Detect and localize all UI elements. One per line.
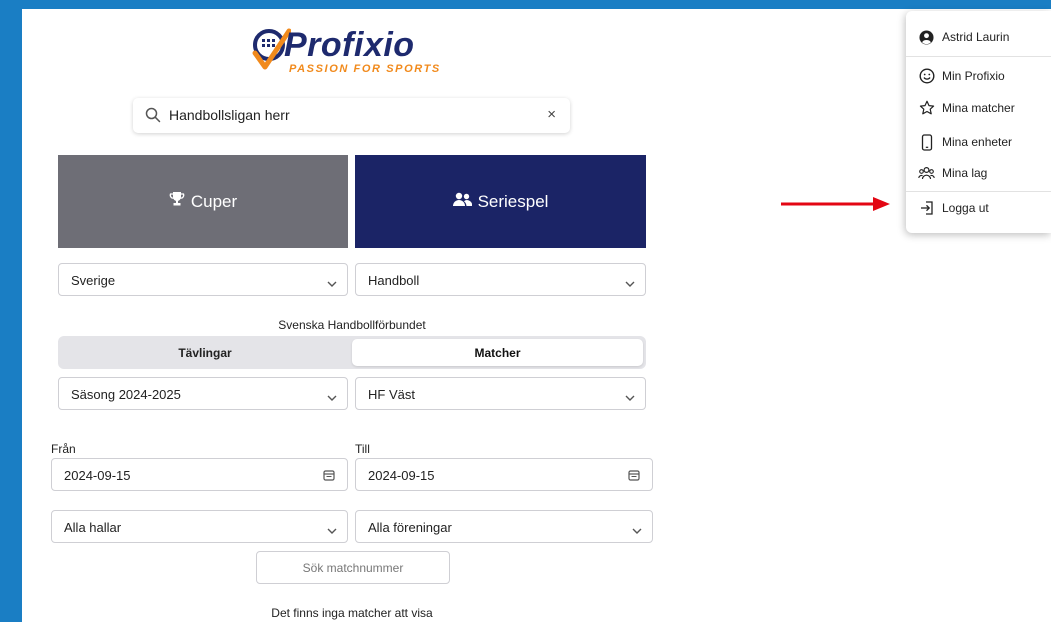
season-select-value: Säsong 2024-2025 xyxy=(71,387,181,402)
chevron-down-icon xyxy=(327,523,337,538)
series-button-label: Seriespel xyxy=(477,191,549,211)
to-date-field[interactable]: 2024-09-15 xyxy=(355,458,653,491)
logout-icon xyxy=(918,200,935,217)
search-icon xyxy=(145,107,161,128)
menu-item-mina-matcher[interactable]: Mina matcher xyxy=(918,98,1015,118)
annotation-arrow-icon xyxy=(781,195,891,218)
region-select[interactable]: HF Väst xyxy=(355,377,646,410)
region-select-value: HF Väst xyxy=(368,387,415,402)
federation-name: Svenska Handbollförbundet xyxy=(278,318,426,332)
menu-item-logout[interactable]: Logga ut xyxy=(918,198,989,218)
tab-matches[interactable]: Matcher xyxy=(352,339,643,366)
sport-select-value: Handboll xyxy=(368,273,420,288)
menu-item-label: Mina matcher xyxy=(942,101,1015,115)
menu-item-label: Min Profixio xyxy=(942,69,1005,83)
view-tabs: Tävlingar Matcher xyxy=(58,336,646,369)
empty-state-message: Det finns inga matcher att visa xyxy=(271,606,433,620)
to-date-value: 2024-09-15 xyxy=(368,468,435,483)
logo-wordmark: Profixio xyxy=(284,26,415,64)
from-date-label: Från xyxy=(51,442,76,456)
chevron-down-icon xyxy=(327,390,337,405)
venue-select[interactable]: Alla hallar xyxy=(51,510,348,543)
country-select[interactable]: Sverige xyxy=(58,263,348,296)
match-number-input[interactable]: Sök matchnummer xyxy=(256,551,450,584)
from-date-field[interactable]: 2024-09-15 xyxy=(51,458,348,491)
chevron-down-icon xyxy=(327,276,337,291)
clubs-select-value: Alla föreningar xyxy=(368,520,452,535)
menu-item-label: Mina enheter xyxy=(942,135,1013,149)
menu-item-min-profixio[interactable]: Min Profixio xyxy=(918,66,1005,86)
cups-button[interactable]: Cuper xyxy=(58,155,348,248)
logo-tagline: PASSION FOR SPORTS xyxy=(289,63,441,75)
menu-item-mina-lag[interactable]: Mina lag xyxy=(918,163,987,183)
star-icon xyxy=(918,100,935,117)
search-box[interactable]: Handbollsligan herr × xyxy=(133,98,570,133)
sport-select[interactable]: Handboll xyxy=(355,263,646,296)
chevron-down-icon xyxy=(625,390,635,405)
country-select-value: Sverige xyxy=(71,273,116,288)
clear-search-button[interactable]: × xyxy=(547,107,556,122)
team-icon xyxy=(918,165,935,182)
season-select[interactable]: Säsong 2024-2025 xyxy=(58,377,348,410)
users-icon xyxy=(452,192,472,212)
chevron-down-icon xyxy=(632,523,642,538)
menu-item-label: Mina lag xyxy=(942,166,988,180)
series-button[interactable]: Seriespel xyxy=(355,155,646,248)
menu-divider xyxy=(906,56,1051,57)
chevron-down-icon xyxy=(625,276,635,291)
menu-divider xyxy=(906,191,1051,192)
calendar-icon[interactable] xyxy=(323,469,335,484)
venue-select-value: Alla hallar xyxy=(64,520,122,535)
menu-item-label: Logga ut xyxy=(942,201,989,215)
tab-competitions[interactable]: Tävlingar xyxy=(61,339,349,366)
from-date-value: 2024-09-15 xyxy=(64,468,131,483)
clubs-select[interactable]: Alla föreningar xyxy=(355,510,653,543)
menu-item-mina-enheter[interactable]: Mina enheter xyxy=(918,132,1012,152)
cups-button-label: Cuper xyxy=(190,191,238,211)
menu-user-name-label: Astrid Laurin xyxy=(942,30,1010,44)
calendar-icon[interactable] xyxy=(628,469,640,484)
profixio-logo[interactable]: Profixio PASSION FOR SPORTS xyxy=(251,27,461,77)
mobile-phone-icon xyxy=(918,133,935,151)
smiley-icon xyxy=(918,68,935,85)
menu-user-name[interactable]: Astrid Laurin xyxy=(918,27,1009,47)
user-circle-icon xyxy=(918,29,935,46)
to-date-label: Till xyxy=(355,442,370,456)
user-menu: Astrid Laurin Min Profixio Mina matcher … xyxy=(906,11,1051,233)
trophy-icon xyxy=(169,191,185,212)
search-input[interactable]: Handbollsligan herr xyxy=(169,107,290,123)
